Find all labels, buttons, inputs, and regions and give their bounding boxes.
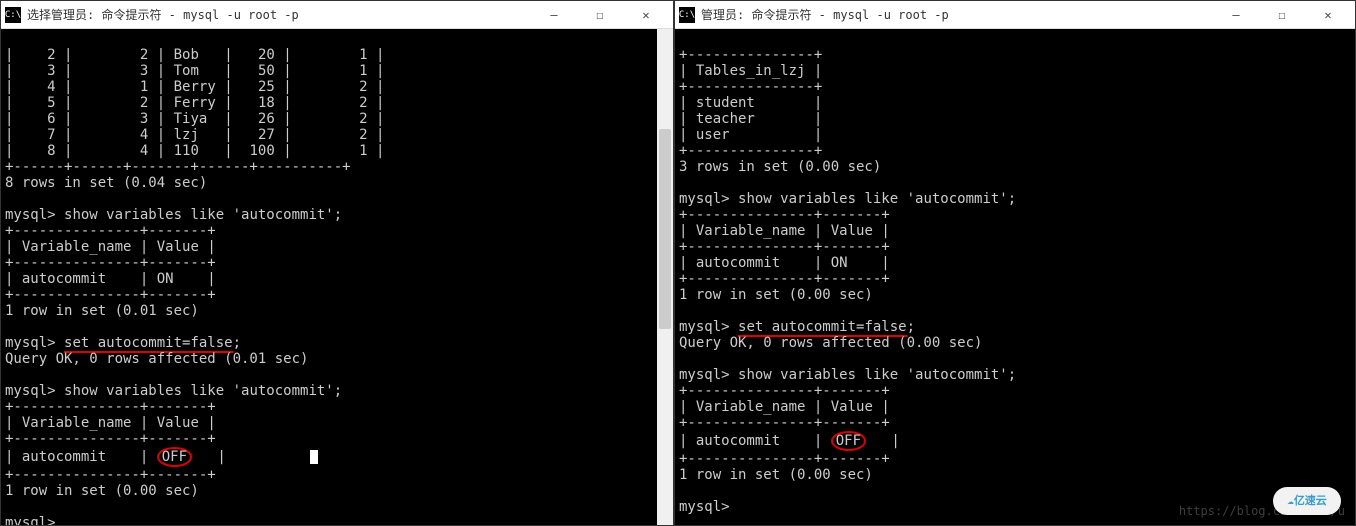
table-row: | autocommit | ON | [679,255,890,271]
window-controls: — ☐ ✕ [531,1,669,29]
close-button[interactable]: ✕ [623,1,669,29]
table-header: | Variable_name | Value | [5,239,216,255]
cursor-icon [310,450,318,464]
separator: +---------------+-------+ [679,451,890,467]
prompt-line: mysql> show variables like 'autocommit'; [679,367,1016,383]
result-msg: 3 rows in set (0.00 sec) [679,159,881,175]
window-title: 管理员: 命令提示符 - mysql -u root -p [701,6,1213,23]
separator: +---------------+-------+ [679,239,890,255]
table-row: | user | [679,127,822,143]
prompt-line: mysql> show variables like 'autocommit'; [5,207,342,223]
highlighted-value: OFF [157,447,192,467]
result-msg: 1 row in set (0.00 sec) [5,483,199,499]
separator: +---------------+-------+ [5,399,216,415]
table-row: | autocommit | OFF | [5,449,318,465]
separator: +---------------+-------+ [679,271,890,287]
table-row: | 6 | 3 | Tiya | 26 | 2 | [5,111,384,127]
table-row: | 4 | 1 | Berry | 25 | 2 | [5,79,384,95]
result-msg: 1 row in set (0.00 sec) [679,287,873,303]
table-header: | Variable_name | Value | [5,415,216,431]
separator: +---------------+-------+ [5,223,216,239]
table-row: | teacher | [679,111,822,127]
table-header: | Variable_name | Value | [679,223,890,239]
separator: +---------------+ [679,47,822,63]
right-terminal[interactable]: +---------------+ | Tables_in_lzj | +---… [675,29,1355,525]
close-button[interactable]: ✕ [1305,1,1351,29]
result-msg: 1 row in set (0.01 sec) [5,303,199,319]
table-row: | student | [679,95,822,111]
table-row: | 2 | 2 | Bob | 20 | 1 | [5,47,384,63]
prompt-line: mysql> [5,515,56,525]
minimize-button[interactable]: — [1213,1,1259,29]
separator: +---------------+-------+ [679,383,890,399]
highlighted-value: OFF [831,431,866,451]
table-row: | 5 | 2 | Ferry | 18 | 2 | [5,95,384,111]
result-msg: 8 rows in set (0.04 sec) [5,175,207,191]
prompt-line: mysql> show variables like 'autocommit'; [5,383,342,399]
separator: +---------------+-------+ [5,467,216,483]
prompt-line: mysql> [679,499,730,515]
table-row: | 3 | 3 | Tom | 50 | 1 | [5,63,384,79]
separator: +---------------+-------+ [5,287,216,303]
separator: +---------------+ [679,79,822,95]
table-row: | 8 | 4 | 110 | 100 | 1 | [5,143,384,159]
result-msg: Query OK, 0 rows affected (0.01 sec) [5,351,308,367]
minimize-button[interactable]: — [531,1,577,29]
prompt-line: mysql> show variables like 'autocommit'; [679,191,1016,207]
scrollbar-thumb[interactable] [659,129,671,329]
separator: +---------------+-------+ [679,207,890,223]
left-terminal[interactable]: | 2 | 2 | Bob | 20 | 1 | | 3 | 3 | Tom |… [1,29,673,525]
table-row: | autocommit | ON | [5,271,216,287]
scrollbar[interactable] [657,29,673,525]
right-window: C:\ 管理员: 命令提示符 - mysql -u root -p — ☐ ✕ … [674,0,1356,526]
window-title: 选择管理员: 命令提示符 - mysql -u root -p [27,6,531,23]
left-window: C:\ 选择管理员: 命令提示符 - mysql -u root -p — ☐ … [0,0,674,526]
separator: +---------------+-------+ [679,415,890,431]
right-titlebar[interactable]: C:\ 管理员: 命令提示符 - mysql -u root -p — ☐ ✕ [675,1,1355,29]
cmd-icon: C:\ [5,7,21,23]
logo-badge: ☁亿速云 [1273,487,1341,515]
table-header: | Tables_in_lzj | [679,63,822,79]
table-header: | Variable_name | Value | [679,399,890,415]
separator: +---------------+-------+ [5,431,216,447]
table-row: | 7 | 4 | lzj | 27 | 2 | [5,127,384,143]
table-row: | autocommit | OFF | [679,433,900,449]
maximize-button[interactable]: ☐ [577,1,623,29]
maximize-button[interactable]: ☐ [1259,1,1305,29]
result-msg: 1 row in set (0.00 sec) [679,467,873,483]
separator: +------+------+-------+------+----------… [5,159,351,175]
cmd-icon: C:\ [679,7,695,23]
left-titlebar[interactable]: C:\ 选择管理员: 命令提示符 - mysql -u root -p — ☐ … [1,1,673,29]
window-controls: — ☐ ✕ [1213,1,1351,29]
separator: +---------------+ [679,143,822,159]
separator: +---------------+-------+ [5,255,216,271]
result-msg: Query OK, 0 rows affected (0.00 sec) [679,335,982,351]
